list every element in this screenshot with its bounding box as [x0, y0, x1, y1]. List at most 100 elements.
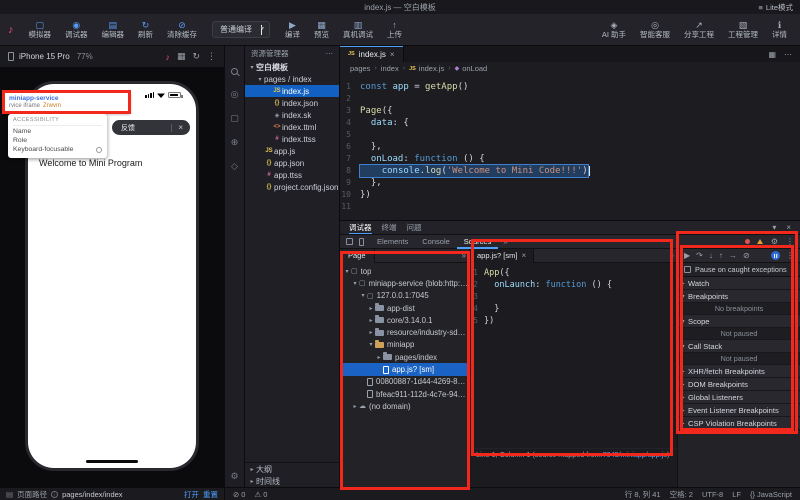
panel-tab-终端[interactable]: 终端	[382, 222, 397, 233]
tab-app-js[interactable]: app.js? [sm] ×	[470, 249, 534, 263]
explorer-item-app.json[interactable]: {}app.json	[245, 157, 339, 169]
profile-icon[interactable]: ◇	[231, 161, 238, 171]
add-panel-icon[interactable]: ⊕	[231, 137, 239, 147]
breadcrumb-item-index.js[interactable]: JSindex.js	[409, 64, 444, 73]
more-tabs-icon[interactable]: »	[500, 237, 510, 246]
resume-icon[interactable]: ▶	[684, 251, 690, 260]
settings-icon[interactable]: ⚙	[230, 471, 238, 481]
run-icon[interactable]: ◎	[231, 89, 239, 99]
section-watch[interactable]: ▸Watch	[678, 277, 800, 290]
breadcrumb-item-onload[interactable]: ◆onLoad	[455, 64, 488, 73]
support-button[interactable]: ◎智能客服	[635, 18, 675, 41]
inspect-element-icon[interactable]	[346, 238, 353, 245]
open-button[interactable]: 打开	[184, 489, 199, 500]
page-path-value[interactable]: pages/index/index	[62, 490, 122, 499]
rotate-icon[interactable]: ↻	[192, 51, 200, 62]
source-item-core-3.14.0.1[interactable]: ▸core/3.14.0.1	[340, 314, 469, 326]
tab-page[interactable]: Page	[340, 249, 375, 263]
section-dom-breakpoints[interactable]: ▸DOM Breakpoints	[678, 378, 800, 391]
tab-index-js[interactable]: JS index.js ×	[340, 46, 404, 62]
panel-tab-问题[interactable]: 问题	[407, 222, 422, 233]
lite-mode-toggle[interactable]: ≡ Lite模式	[759, 0, 793, 14]
device-debug-button[interactable]: ▥真机调试	[338, 18, 378, 41]
editor-button[interactable]: ▤编辑器	[97, 18, 130, 41]
pause-on-exceptions-icon[interactable]	[771, 251, 780, 260]
editor-more-icon[interactable]: ⋯	[784, 50, 792, 59]
explorer-item-index.ttml[interactable]: <>index.ttml	[245, 121, 339, 133]
clear-cache-button[interactable]: ⊘清除缓存	[162, 18, 202, 41]
split-editor-icon[interactable]: ▦	[768, 50, 776, 59]
step-icon[interactable]: →	[729, 251, 737, 260]
source-item-top[interactable]: ▾▢top	[340, 265, 469, 277]
upload-button[interactable]: ↑上传	[382, 18, 407, 41]
source-item-pages-index[interactable]: ▸pages/index	[340, 351, 469, 363]
breadcrumb-item-pages[interactable]: pages	[350, 64, 370, 73]
explorer-item-空白模板[interactable]: ▾空白模板	[245, 61, 339, 73]
compile-mode-dropdown[interactable]: 普通编译 ▾	[212, 21, 270, 38]
compile-button[interactable]: ▶编译	[280, 18, 305, 41]
feedback-label[interactable]: 反馈	[112, 123, 135, 133]
search-icon[interactable]	[231, 68, 238, 75]
close-tab-icon[interactable]: ×	[390, 50, 395, 59]
section-大纲[interactable]: ▸大纲	[245, 463, 339, 475]
ai-assistant-button[interactable]: ◈AI 助手	[597, 18, 631, 41]
explorer-item-app.ttss[interactable]: #app.ttss	[245, 169, 339, 181]
section-global-listeners[interactable]: ▸Global Listeners	[678, 391, 800, 404]
source-item-bfeac911-112d-4c7e-9410[interactable]: bfeac911-112d-4c7e-9410…	[340, 388, 469, 400]
pause-checkbox[interactable]	[684, 266, 691, 273]
explorer-item-pages-index[interactable]: ▾pages / index	[245, 73, 339, 85]
extensions-icon[interactable]: ▢	[230, 113, 239, 123]
breadcrumb[interactable]: pages›index›JSindex.js›◆onLoad	[340, 62, 800, 75]
source-item-00800887-1d44-4269-813[interactable]: 00800887-1d44-4269-813…	[340, 376, 469, 388]
section-xhr-fetch-breakpoints[interactable]: ▸XHR/fetch Breakpoints	[678, 365, 800, 378]
reset-button[interactable]: 重置	[203, 489, 218, 500]
simulator-button[interactable]: ▢模拟器	[24, 18, 57, 41]
explorer-item-project.config.json[interactable]: {}project.config.json	[245, 181, 339, 193]
collapse-panel-icon[interactable]: ▾	[772, 223, 776, 232]
panel-tab-调试器[interactable]: 调试器	[349, 221, 372, 234]
encoding-indicator[interactable]: UTF-8	[702, 490, 723, 499]
section-时间线[interactable]: ▸时间线	[245, 475, 339, 487]
pause-on-exceptions-row[interactable]: Pause on caught exceptions	[678, 263, 800, 277]
explorer-item-index.json[interactable]: {}index.json	[245, 97, 339, 109]
explorer-item-index.ttss[interactable]: #index.ttss	[245, 133, 339, 145]
close-panel-icon[interactable]: ×	[786, 223, 791, 232]
devtools-settings-icon[interactable]: ⚙	[771, 237, 778, 246]
warning-count[interactable]: ⚠0	[254, 490, 267, 499]
close-icon[interactable]: ×	[178, 123, 190, 132]
source-item-miniapp-service-blob-http-12[interactable]: ▾▢miniapp-service (blob:http://12	[340, 277, 469, 289]
more-actions-icon[interactable]: ⋯	[326, 49, 334, 58]
sidebar-more-icon[interactable]: ⋮	[786, 251, 794, 260]
section-scope[interactable]: ▾Scope	[678, 315, 800, 328]
navigator-more-icon[interactable]: »	[459, 251, 469, 260]
source-item-127.0.0.1-7045[interactable]: ▾▢127.0.0.1:7045	[340, 290, 469, 302]
eol-indicator[interactable]: LF	[732, 490, 741, 499]
devtools-tab-console[interactable]: Console	[415, 234, 457, 249]
preview-button[interactable]: ▦预览	[309, 18, 334, 41]
source-item-app-dist[interactable]: ▸app-dist	[340, 302, 469, 314]
share-project-button[interactable]: ↗分享工程	[679, 18, 719, 41]
code-editor[interactable]: 1const app = getApp()23Page({4 data: {56…	[340, 75, 800, 220]
more-icon[interactable]: ⋮	[207, 51, 216, 62]
source-map-link[interactable]: :7045/miniapp/app.js	[601, 450, 667, 459]
close-tab-icon[interactable]: ×	[521, 251, 526, 260]
explorer-item-index.js[interactable]: JSindex.js	[245, 85, 339, 97]
project-manage-button[interactable]: ▧工程管理	[723, 18, 763, 41]
devtools-tab-elements[interactable]: Elements	[370, 234, 415, 249]
details-button[interactable]: ℹ详情	[767, 18, 792, 41]
refresh-button[interactable]: ↻刷新	[133, 18, 158, 41]
source-item-app.js-sm[interactable]: app.js? [sm]	[340, 363, 469, 375]
explorer-item-app.js[interactable]: JSapp.js	[245, 145, 339, 157]
music-icon[interactable]: ♪	[165, 52, 170, 62]
error-count[interactable]: ⊘0	[233, 490, 245, 499]
devtools-tab-sources[interactable]: Sources	[457, 234, 499, 249]
explorer-item-index.sk[interactable]: ◈index.sk	[245, 109, 339, 121]
indentation-indicator[interactable]: 空格: 2	[670, 489, 693, 500]
editor-options-icon[interactable]: »	[667, 251, 677, 260]
source-item-no-domain[interactable]: ▸☁(no domain)	[340, 400, 469, 412]
step-over-icon[interactable]: ↷	[696, 251, 703, 260]
deactivate-breakpoints-icon[interactable]: ⊘	[743, 251, 750, 260]
debugger-button[interactable]: ◉调试器	[60, 18, 93, 41]
source-item-miniapp[interactable]: ▾miniapp	[340, 339, 469, 351]
section-csp-violation-breakpoints[interactable]: ▸CSP Violation Breakpoints	[678, 417, 800, 430]
